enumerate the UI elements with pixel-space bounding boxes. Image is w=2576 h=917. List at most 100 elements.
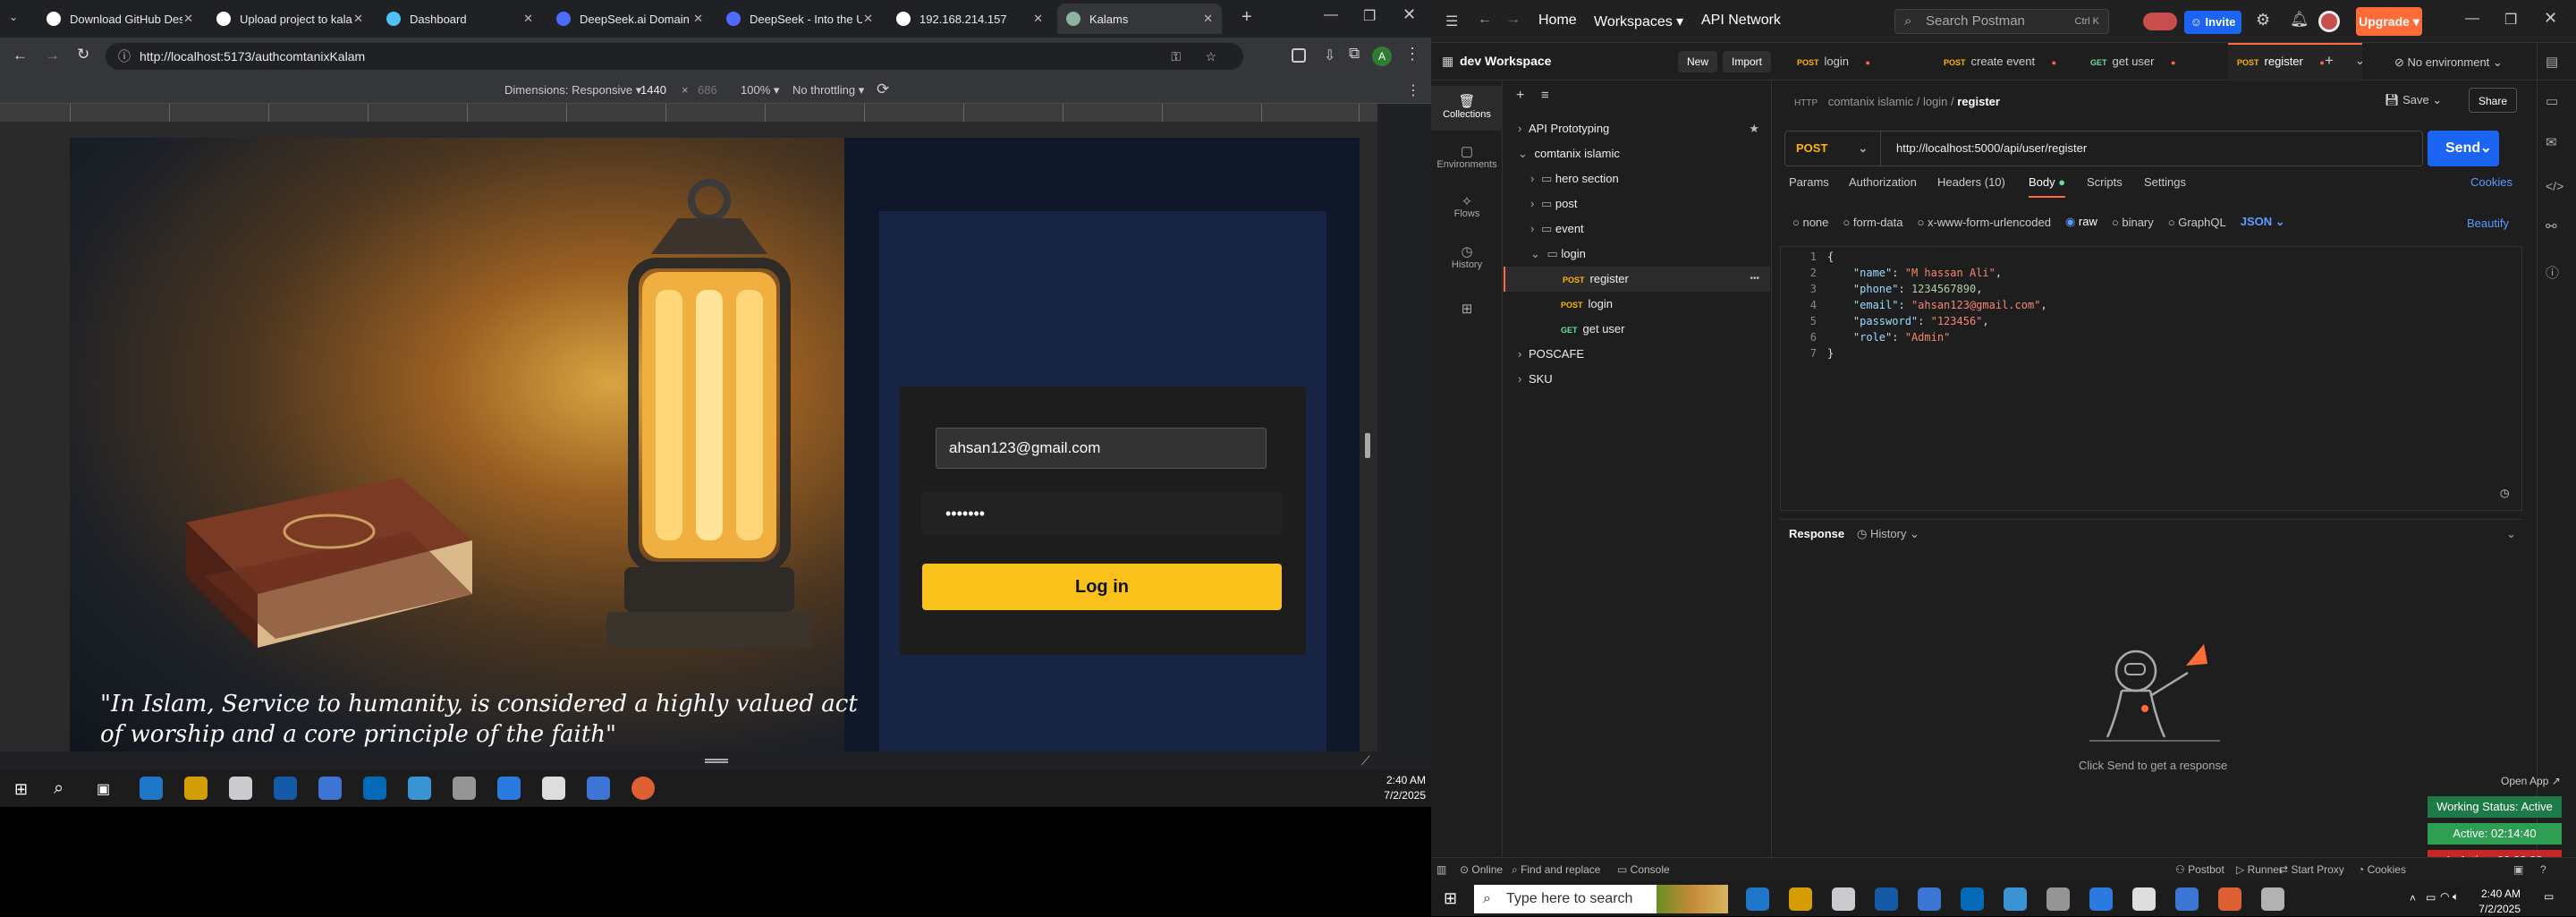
extensions-icon[interactable] (1292, 48, 1306, 63)
tree-item[interactable]: ⌄ ▭ login (1504, 242, 1770, 267)
pm-maximize-icon[interactable]: ❐ (2504, 11, 2517, 29)
close-window-icon[interactable]: ✕ (1402, 5, 1416, 24)
tab-params[interactable]: Params (1789, 175, 1829, 189)
taskbar-app-icon[interactable] (2175, 887, 2199, 911)
radio-graphql[interactable]: ○ GraphQL (2168, 216, 2226, 229)
nav-home[interactable]: Home (1538, 13, 1577, 29)
zoom-select[interactable]: 100% ▾ (741, 83, 779, 98)
reload-icon[interactable]: ↻ (77, 46, 89, 64)
new-tab-icon[interactable]: + (1241, 7, 1252, 28)
taskbar-search[interactable]: ⌕ Type here to search (1474, 885, 1728, 913)
height-input[interactable]: 686 (698, 83, 717, 97)
info-panel-icon[interactable]: ▭ (2546, 93, 2558, 109)
sidebar-toggle-icon[interactable]: ▥ (1436, 863, 1446, 876)
browser-tab[interactable]: Dashboard ✕ (377, 4, 542, 34)
taskbar-chrome-icon[interactable] (318, 777, 342, 800)
postbot-button[interactable]: ⚇ Postbot (2175, 863, 2224, 876)
unsaved-dot-icon[interactable]: ● (2169, 58, 2175, 67)
browser-tab[interactable]: DeepSeek.ai Domain F ✕ (547, 4, 712, 34)
runner-button[interactable]: ▷ Runner (2236, 863, 2283, 876)
login-button[interactable]: Log in (922, 564, 1282, 610)
radio-raw[interactable]: ◉ raw (2065, 215, 2097, 229)
chevron-right-icon[interactable]: › (1530, 172, 1538, 185)
code-line[interactable]: 6 "role": "Admin" (1781, 329, 2514, 345)
notification-bell-icon[interactable]: 🔔︎ (2290, 11, 2309, 29)
tree-item[interactable]: › ▭ event (1504, 217, 1770, 242)
json-select[interactable]: JSON ⌄ (2241, 215, 2285, 229)
browser-tab[interactable]: Kalams ✕ (1057, 4, 1222, 34)
crumb-request[interactable]: register (1957, 95, 2000, 108)
taskbar-app-icon[interactable] (1961, 887, 1984, 911)
vault-icon[interactable]: ▣ (2513, 863, 2523, 876)
new-button[interactable]: New (1678, 51, 1718, 72)
tab-close-icon[interactable]: ✕ (353, 12, 363, 26)
tab-authorization[interactable]: Authorization (1849, 175, 1917, 189)
code-line[interactable]: 1{ (1781, 249, 2514, 265)
taskbar-postman-icon[interactable] (631, 777, 655, 800)
radio-form-data[interactable]: ○ form-data (1843, 216, 1902, 229)
taskbar-app-icon[interactable] (453, 777, 476, 800)
tree-item[interactable]: POST login (1504, 292, 1770, 317)
taskbar-app-icon[interactable] (1832, 887, 1855, 911)
settings-gear-icon[interactable]: ⚙ (2256, 11, 2270, 30)
width-input[interactable]: 1440 (640, 83, 666, 97)
tray-chevron-icon[interactable]: ˄ (2410, 892, 2416, 904)
search-icon[interactable]: ⌕ (54, 778, 64, 799)
tree-item[interactable]: › ▭ post (1504, 191, 1770, 217)
taskbar-edge-icon[interactable] (140, 777, 163, 800)
nav-workspaces[interactable]: Workspaces ▾ (1594, 13, 1683, 30)
code-line[interactable]: 7} (1781, 345, 2514, 361)
tree-item[interactable]: POST register ••• (1504, 267, 1770, 292)
tab-overflow-icon[interactable]: ⌄ (2355, 54, 2365, 68)
tree-item[interactable]: GET get user (1504, 317, 1770, 342)
browser-tab[interactable]: DeepSeek - Into the U ✕ (717, 4, 882, 34)
body-editor[interactable]: 1{2 "name": "M hassan Ali", 3 "phone": 12… (1780, 246, 2522, 511)
comments-icon[interactable]: ✉ (2546, 134, 2557, 150)
find-replace[interactable]: ⌕ Find and replace (1512, 863, 1600, 877)
environment-select[interactable]: ⊘ No environment ⌄ (2394, 55, 2503, 70)
taskbar-store-icon[interactable] (229, 777, 252, 800)
code-icon[interactable]: </> (2546, 179, 2563, 193)
search-postman[interactable]: ⌕ Search Postman Ctrl K (1894, 9, 2109, 34)
crumb-folder[interactable]: login (1923, 95, 1947, 108)
info-icon[interactable]: ⓘ (2546, 263, 2559, 282)
tree-item[interactable]: › API Prototyping ★ (1504, 116, 1770, 141)
tab-scripts[interactable]: Scripts (2087, 175, 2123, 189)
tab-close-icon[interactable]: ✕ (1203, 12, 1213, 26)
corner-resize-icon[interactable]: ⟋ (1361, 753, 1370, 768)
code-line[interactable]: 2 "name": "M hassan Ali", (1781, 265, 2514, 281)
start-proxy-button[interactable]: ⇄ Start Proxy (2279, 863, 2344, 876)
password-input[interactable]: ••••••• (922, 492, 1282, 535)
response-history[interactable]: ◷ History ⌄ (1857, 527, 1919, 541)
hamburger-icon[interactable]: ☰ (1445, 13, 1458, 30)
volume-icon[interactable]: 🔈︎ (2453, 890, 2459, 904)
bookmark-star-icon[interactable]: ☆ (1205, 43, 1216, 70)
windows-start-icon[interactable]: ⊞ (14, 780, 28, 799)
forward-icon[interactable]: → (1506, 12, 1521, 28)
team-avatars[interactable] (2143, 13, 2177, 30)
new-request-tab-icon[interactable]: + (2325, 52, 2334, 70)
tree-item[interactable]: ⌄ comtanix islamic (1504, 141, 1770, 166)
clock-left[interactable]: 2:40 AM 7/2/2025 (1376, 773, 1426, 803)
add-collection-icon[interactable]: + (1516, 88, 1524, 104)
profile-avatar[interactable]: A (1372, 47, 1392, 66)
taskbar-app-icon[interactable] (408, 777, 431, 800)
clock-right[interactable]: 2:40 AM 7/2/2025 (2465, 887, 2521, 917)
password-key-icon[interactable]: ⚿ (1171, 43, 1181, 70)
nav-api-network[interactable]: API Network (1701, 13, 1781, 29)
more-options-icon[interactable]: ••• (1750, 267, 1759, 292)
rail-environments[interactable]: ▢ Environments (1431, 136, 1503, 181)
rail-configure[interactable]: ⊞ (1431, 301, 1503, 317)
task-view-icon[interactable]: ▣ (97, 780, 110, 798)
puzzle-icon[interactable]: ⧉ (1349, 45, 1360, 63)
taskbar-app-icon[interactable] (1746, 887, 1769, 911)
tab-headers[interactable]: Headers (10) (1937, 175, 2005, 189)
menu-dots-icon[interactable]: ⋮ (1404, 45, 1420, 64)
chevron-right-icon[interactable]: › (1530, 222, 1538, 235)
filter-icon[interactable]: ≡ (1541, 88, 1549, 103)
minimize-icon[interactable]: — (1324, 7, 1338, 23)
back-icon[interactable]: ← (13, 47, 28, 64)
tab-close-icon[interactable]: ✕ (693, 12, 703, 26)
taskbar-app-icon[interactable] (2046, 887, 2070, 911)
viewport-resize-handle[interactable] (1365, 433, 1370, 458)
